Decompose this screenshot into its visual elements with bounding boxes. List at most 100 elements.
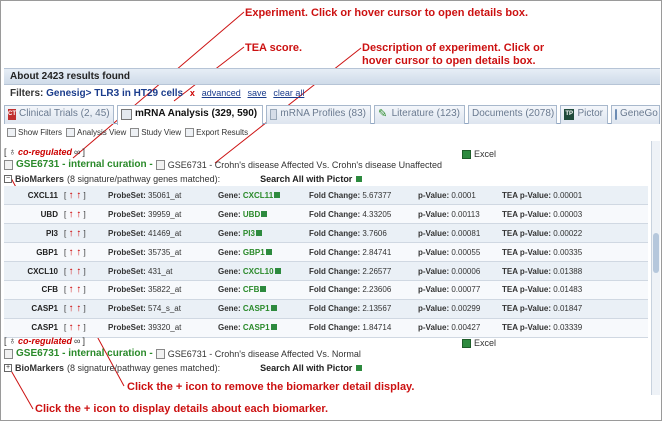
gene-cell: Gene: CXCL11 bbox=[216, 186, 307, 206]
tea-pvalue-label: TEA p-Value: bbox=[502, 304, 552, 314]
fold-change-cell: Fold Change: 2.26577 bbox=[307, 261, 416, 281]
fold-change-cell: Fold Change: 4.33205 bbox=[307, 204, 416, 225]
bracket-open: [ bbox=[64, 228, 67, 238]
bracket-open: [ bbox=[4, 336, 7, 346]
up-regulated-arrows-icon: ↑ ↑ bbox=[68, 208, 82, 220]
pvalue-label: p-Value: bbox=[418, 304, 450, 314]
gene-link[interactable]: CFB bbox=[243, 285, 259, 294]
search-all-pictor-link[interactable]: Search All with Pictor bbox=[260, 174, 352, 184]
tea-pvalue-label: TEA p-Value: bbox=[502, 266, 552, 276]
external-link-icon bbox=[260, 286, 267, 293]
fold-change-value: 5.67377 bbox=[362, 190, 392, 200]
biomarkers-header-1: − BioMarkers (8 signature/pathway genes … bbox=[4, 172, 650, 185]
probeset-cell: ProbeSet: 35822_at bbox=[106, 280, 216, 300]
tab-label: Pictor bbox=[577, 108, 603, 119]
external-link-icon bbox=[261, 210, 268, 217]
export-results-button[interactable]: Export Results bbox=[185, 125, 248, 139]
fold-change-cell: Fold Change: 2.84741 bbox=[307, 242, 416, 263]
bracket-open: [ bbox=[64, 247, 67, 257]
search-all-pictor-link[interactable]: Search All with Pictor bbox=[260, 363, 352, 373]
tea-pvalue-cell: TEA p-Value: 0.00335 bbox=[500, 242, 648, 263]
gene-name: GBP1 bbox=[4, 242, 62, 263]
toolbar-label: Export Results bbox=[196, 127, 249, 137]
infinity-icon[interactable]: ∞ bbox=[74, 147, 80, 157]
gene-link[interactable]: CXCL10 bbox=[243, 267, 274, 276]
bracket-close: ] bbox=[83, 228, 86, 238]
tea-pvalue-value: 0.00003 bbox=[553, 209, 583, 219]
pvalue-value: 0.00081 bbox=[451, 228, 481, 238]
probeset-value: 39320_at bbox=[148, 323, 182, 333]
advanced-link[interactable]: advanced bbox=[202, 88, 241, 98]
tea-pvalue-label: TEA p-Value: bbox=[502, 247, 552, 257]
results-toolbar: Show Filters Analysis View Study View Ex… bbox=[4, 125, 660, 139]
regulation-cell: [ ↑ ↑ ] bbox=[62, 204, 106, 225]
results-scrollbar[interactable] bbox=[651, 141, 660, 395]
filters-label: Filters: bbox=[10, 88, 44, 99]
biomarker-table: CXCL11[ ↑ ↑ ] ProbeSet: 35061_at Gene: CXC… bbox=[4, 186, 648, 338]
tab-literature[interactable]: ✎ Literature (123) bbox=[374, 105, 465, 124]
tab-documents[interactable]: Documents (2078) bbox=[468, 105, 557, 124]
coregulated-label: co-regulated bbox=[18, 336, 73, 346]
probeset-cell: ProbeSet: 574_s_at bbox=[106, 299, 216, 319]
gene-link[interactable]: PI3 bbox=[243, 229, 255, 238]
experiment-id-link[interactable]: GSE6731 - internal curation - bbox=[16, 159, 153, 170]
tab-pictor[interactable]: TP Pictor bbox=[560, 105, 608, 124]
tab-label: mRNA Profiles (83) bbox=[280, 108, 366, 119]
probeset-cell: ProbeSet: 39959_at bbox=[106, 204, 216, 225]
gene-link[interactable]: CXCL11 bbox=[243, 191, 273, 200]
gene-link[interactable]: CASP1 bbox=[243, 304, 270, 313]
regulation-cell: [ ↑ ↑ ] bbox=[62, 299, 106, 319]
experiment-id-link[interactable]: GSE6731 - internal curation - bbox=[16, 348, 153, 359]
tab-mrna-analysis[interactable]: mRNA Analysis (329, 590) bbox=[117, 105, 263, 125]
bracket-close: ] bbox=[83, 266, 86, 276]
remove-filter-icon[interactable]: x bbox=[190, 88, 195, 98]
scrollbar-thumb[interactable] bbox=[653, 233, 659, 273]
coregulated-icon: ♁ bbox=[8, 146, 17, 158]
gene-label: Gene: bbox=[218, 304, 241, 314]
experiment-description-link[interactable]: GSE6731 - Crohn's disease Affected Vs. N… bbox=[168, 349, 361, 359]
collapse-biomarkers-icon[interactable]: − bbox=[4, 174, 12, 183]
gene-label: Gene: bbox=[218, 228, 241, 238]
experiment-2: [ ♁ co-regulated ∞ ] GSE6731 - internal … bbox=[4, 335, 650, 360]
genego-icon bbox=[615, 109, 617, 120]
bracket-close: ] bbox=[83, 304, 86, 314]
pvalue-cell: p-Value: 0.00081 bbox=[416, 223, 500, 244]
filter-value[interactable]: Genesig> TLR3 in HT29 cells bbox=[46, 88, 183, 99]
fold-change-label: Fold Change: bbox=[309, 209, 361, 219]
fold-change-label: Fold Change: bbox=[309, 323, 361, 333]
biomarkers-count: (8 signature/pathway genes matched): bbox=[67, 173, 221, 184]
save-link[interactable]: save bbox=[248, 88, 267, 98]
analysis-view-button[interactable]: Analysis View bbox=[66, 125, 126, 139]
pvalue-value: 0.00077 bbox=[451, 285, 481, 295]
expand-biomarkers-icon[interactable]: + bbox=[4, 363, 12, 372]
clear-all-link[interactable]: clear all bbox=[273, 88, 304, 98]
tab-mrna-profiles[interactable]: mRNA Profiles (83) bbox=[266, 105, 371, 124]
tab-clinical-trials[interactable]: CT Clinical Trials (2, 45) bbox=[4, 105, 114, 124]
literature-icon: ✎ bbox=[378, 108, 388, 120]
gene-link[interactable]: UBD bbox=[243, 210, 260, 219]
up-regulated-arrows-icon: ↑ ↑ bbox=[68, 322, 82, 334]
external-link-icon bbox=[274, 191, 281, 198]
gene-link[interactable]: CASP1 bbox=[243, 323, 270, 332]
fold-change-value: 2.84741 bbox=[362, 247, 392, 257]
gene-name: CXCL10 bbox=[4, 261, 62, 281]
bracket-open: [ bbox=[4, 147, 7, 157]
gene-link[interactable]: GBP1 bbox=[243, 248, 265, 257]
experiment-description-link[interactable]: GSE6731 - Crohn's disease Affected Vs. C… bbox=[168, 160, 442, 170]
experiment-status-line: [ ♁ co-regulated ∞ ] bbox=[4, 146, 650, 158]
study-view-button[interactable]: Study View bbox=[130, 125, 181, 139]
tab-genego[interactable]: GeneGo bbox=[611, 105, 660, 124]
callout-display-biomarker: Click the + icon to display details abou… bbox=[35, 403, 329, 415]
fold-change-value: 4.33205 bbox=[362, 209, 392, 219]
fold-change-label: Fold Change: bbox=[309, 228, 361, 238]
gene-cell: Gene: GBP1 bbox=[216, 242, 307, 263]
excel-export-link[interactable]: Excel bbox=[461, 338, 496, 348]
probeset-label: ProbeSet: bbox=[108, 285, 146, 295]
pvalue-label: p-Value: bbox=[418, 323, 450, 333]
show-filters-button[interactable]: Show Filters bbox=[7, 125, 62, 139]
infinity-icon[interactable]: ∞ bbox=[74, 336, 80, 346]
export-icon bbox=[185, 127, 195, 137]
external-link-icon bbox=[255, 229, 262, 236]
mrna-profiles-icon bbox=[270, 109, 278, 120]
excel-export-link[interactable]: Excel bbox=[461, 149, 496, 159]
